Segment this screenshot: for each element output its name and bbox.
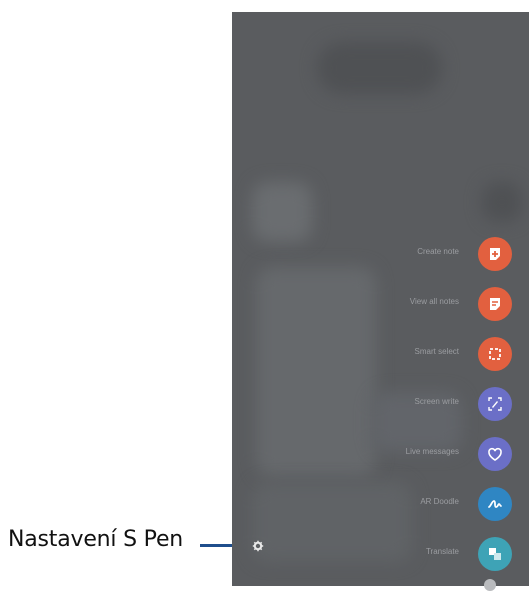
ar-doodle-button[interactable] [478,487,512,521]
menu-label-smart-select: Smart select [414,347,459,356]
menu-label-view-all-notes: View all notes [409,297,459,306]
create-note-icon [490,248,500,260]
pen-settings-button[interactable] [252,540,264,552]
phone-screen: Create note View all notes Smart select … [232,12,529,586]
smart-select-icon [489,348,501,360]
menu-label-translate: Translate [425,547,459,556]
blurred-background-element [252,482,412,562]
translate-icon [489,548,501,560]
view-all-notes-button[interactable] [478,287,512,321]
screen-write-button[interactable] [478,387,512,421]
blurred-background-element [256,267,376,477]
translate-button[interactable] [478,537,512,571]
view-notes-icon [490,298,500,310]
blurred-background-element [482,182,522,222]
menu-label-screen-write: Screen write [414,397,459,406]
menu-label-ar-doodle: AR Doodle [420,497,459,506]
menu-label-live-messages: Live messages [405,447,459,456]
live-messages-icon [488,447,502,461]
partial-menu-button[interactable] [484,579,496,591]
create-note-button[interactable] [478,237,512,271]
ar-doodle-icon [488,500,502,508]
blurred-background-element [317,42,442,94]
gear-icon [252,540,264,552]
smart-select-button[interactable] [478,337,512,371]
callout-label: Nastavení S Pen [8,527,184,552]
screen-write-icon [488,397,502,411]
blurred-background-element [252,182,312,242]
menu-label-create-note: Create note [417,247,459,256]
live-messages-button[interactable] [478,437,512,471]
